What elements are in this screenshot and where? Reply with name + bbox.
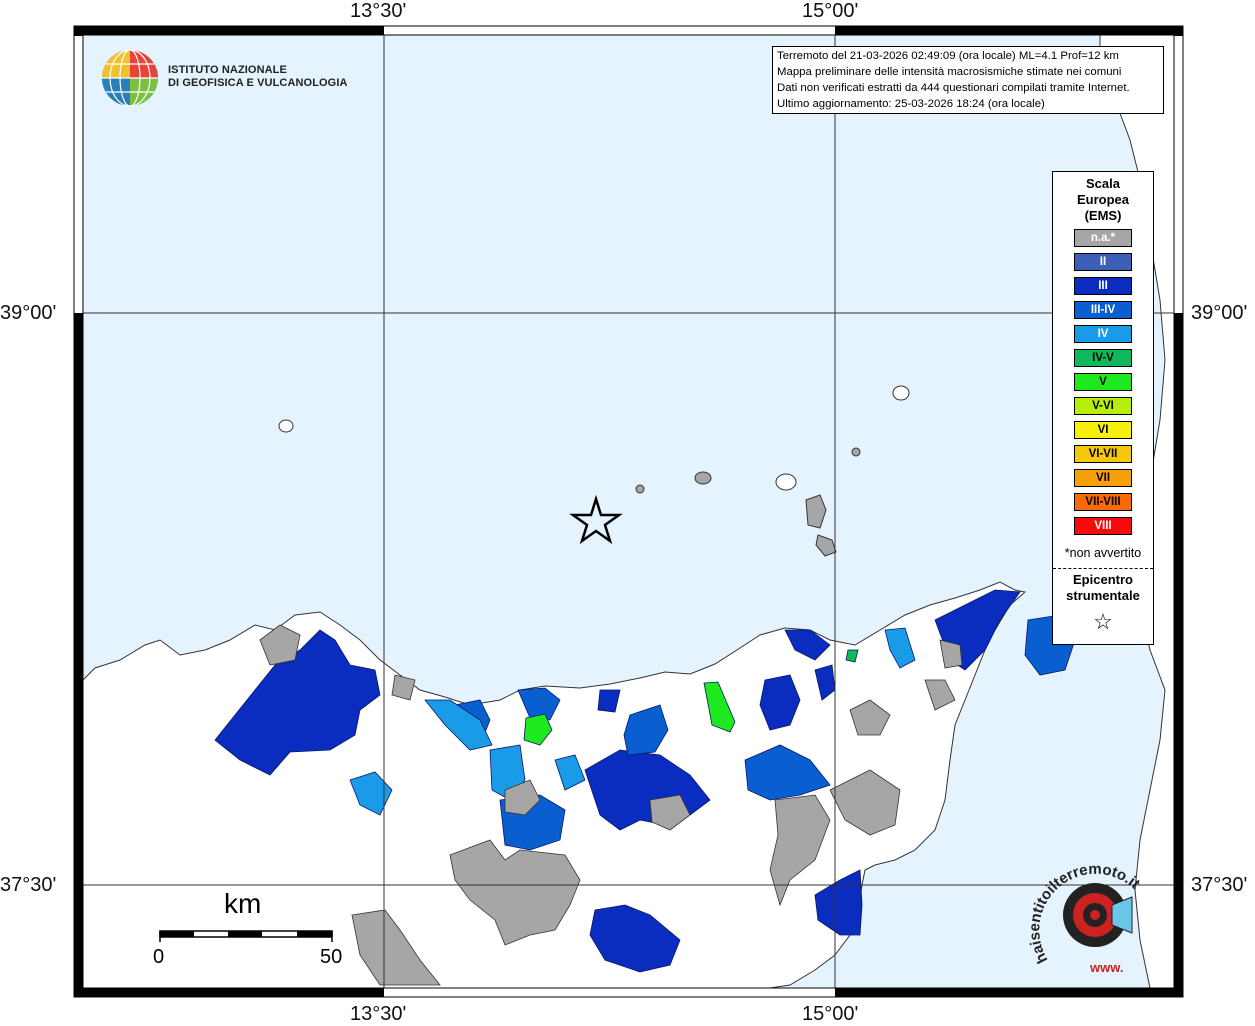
legend-swatch-vi-vii: VI-VII [1074,445,1132,463]
legend-swatch-iii-iv: III-IV [1074,301,1132,319]
logo-line: DI GEOFISICA E VULCANOLOGIA [168,77,348,89]
ingv-logo-text: ISTITUTO NAZIONALE DI GEOFISICA E VULCAN… [168,64,348,90]
logo-line: ISTITUTO NAZIONALE [168,64,287,76]
legend-title-line: Scala [1086,176,1120,191]
svg-text:haisentitoilterremoto.it: haisentitoilterremoto.it [1026,861,1143,966]
legend-epicenter: Epicentro strumentale ☆ [1053,572,1153,636]
legend-note: *non avvertito [1064,546,1142,560]
left-lat-label: 39°00' [0,302,57,324]
info-line: Dati non verificati estratti da 444 ques… [777,82,1130,94]
info-line: Mappa preliminare delle intensità macros… [777,66,1122,78]
legend: Scala Europea (EMS) n.a.* II III III-IV IV IV… [1052,171,1154,645]
bottom-lon-label: 13°30' [350,1003,407,1025]
info-line: Ultimo aggiornamento: 25-03-2026 18:24 (… [777,98,1045,110]
legend-title-line: (EMS) [1084,208,1122,223]
legend-swatch-vi: VI [1074,421,1132,439]
island [775,473,797,491]
right-lat-label: 39°00' [1191,302,1248,324]
legend-swatch-v: V [1074,373,1132,391]
legend-divider [1053,568,1153,569]
watermark: haisentitoilterremoto.it www. [1018,860,1188,980]
legend-epicenter-line: strumentale [1066,588,1140,603]
top-lon-label: 15°00' [802,0,859,22]
earthquake-info-box: Terremoto del 21-03-2026 02:49:09 (ora l… [772,46,1164,114]
legend-swatch-vii-viii: VII-VIII [1074,493,1132,511]
ingv-logo-icon [102,49,158,107]
island [694,471,712,485]
info-line: Terremoto del 21-03-2026 02:49:09 (ora l… [777,50,1119,62]
scale-start: 0 [153,946,165,968]
scale-end: 50 [320,946,343,968]
legend-swatch-v-vi: V-VI [1074,397,1132,415]
left-lat-label: 37°30' [0,874,57,896]
legend-swatch-n-a: n.a.* [1074,229,1132,247]
legend-swatch-iii: III [1074,277,1132,295]
island [851,447,861,457]
legend-swatch-vii: VII [1074,469,1132,487]
legend-swatch-ii: II [1074,253,1132,271]
legend-swatch-viii: VIII [1074,517,1132,535]
legend-title-line: Europea [1076,192,1129,207]
bottom-lon-label: 15°00' [802,1003,859,1025]
island [278,419,294,433]
legend-title: Scala Europea (EMS) [1053,176,1153,224]
legend-star-icon: ☆ [1093,609,1113,634]
watermark-url: www. [1089,960,1123,975]
top-lon-label: 13°30' [350,0,407,22]
island [892,385,910,401]
legend-swatch-iv: IV [1074,325,1132,343]
watermark-text-svg: haisentitoilterremoto.it www. [1026,861,1143,975]
island [635,484,645,494]
legend-epicenter-line: Epicentro [1073,572,1133,587]
right-lat-label: 37°30' [1191,874,1248,896]
legend-swatch-iv-v: IV-V [1074,349,1132,367]
scale-unit: km [224,888,262,919]
